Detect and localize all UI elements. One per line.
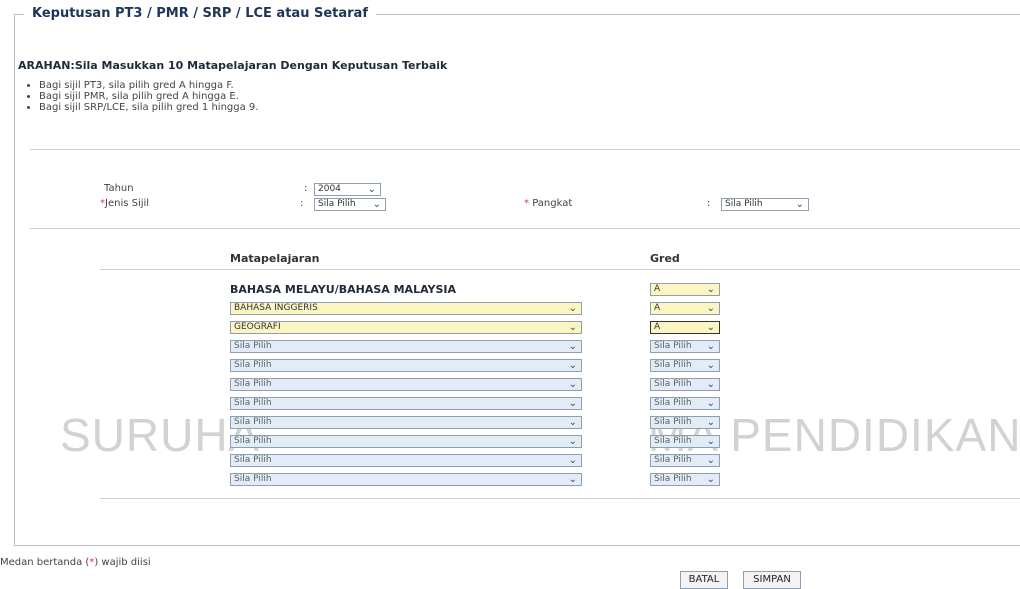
tahun-label: Tahun	[104, 183, 134, 194]
chevron-down-icon: ⌄	[568, 417, 577, 428]
colon: :	[300, 198, 304, 209]
jenis-sijil-select[interactable]: Sila Pilih ⌄	[314, 198, 386, 211]
chevron-down-icon: ⌄	[706, 360, 715, 371]
grade-select[interactable]: A ⌄	[650, 321, 720, 334]
chevron-down-icon: ⌄	[372, 199, 381, 210]
grade-select[interactable]: A ⌄	[650, 283, 720, 296]
subject-select[interactable]: BAHASA INGGERIS ⌄	[230, 302, 582, 315]
subject-select[interactable]: Sila Pilih ⌄	[230, 435, 582, 448]
instruction-item: Bagi sijil PMR, sila pilih gred A hingga…	[39, 91, 447, 102]
chevron-down-icon: ⌄	[706, 341, 715, 352]
subject-select[interactable]: Sila Pilih ⌄	[230, 378, 582, 391]
instructions: ARAHAN:Sila Masukkan 10 Matapelajaran De…	[18, 59, 447, 113]
chevron-down-icon: ⌄	[568, 474, 577, 485]
grade-select[interactable]: Sila Pilih ⌄	[650, 435, 720, 448]
chevron-down-icon: ⌄	[706, 474, 715, 485]
chevron-down-icon: ⌄	[568, 436, 577, 447]
instructions-title: ARAHAN:Sila Masukkan 10 Matapelajaran De…	[18, 59, 448, 72]
subject-column-header: Matapelajaran	[230, 252, 320, 265]
pangkat-select[interactable]: Sila Pilih ⌄	[721, 198, 809, 211]
chevron-down-icon: ⌄	[706, 398, 715, 409]
grade-select[interactable]: Sila Pilih ⌄	[650, 473, 720, 486]
subject-select[interactable]: GEOGRAFI ⌄	[230, 321, 582, 334]
jenis-sijil-label: *Jenis Sijil	[100, 198, 150, 209]
subject-select[interactable]: Sila Pilih ⌄	[230, 359, 582, 372]
colon: :	[707, 198, 711, 209]
tahun-select-value: 2004	[318, 184, 341, 194]
instruction-item: Bagi sijil SRP/LCE, sila pilih gred 1 hi…	[39, 102, 447, 113]
cancel-button[interactable]: BATAL	[680, 571, 728, 589]
chevron-down-icon: ⌄	[367, 184, 376, 195]
tahun-select[interactable]: 2004 ⌄	[314, 183, 381, 196]
grade-select[interactable]: A ⌄	[650, 302, 720, 315]
chevron-down-icon: ⌄	[706, 417, 715, 428]
table-footer-divider	[100, 498, 1020, 499]
chevron-down-icon: ⌄	[568, 398, 577, 409]
chevron-down-icon: ⌄	[795, 199, 804, 210]
chevron-down-icon: ⌄	[706, 379, 715, 390]
grade-select[interactable]: Sila Pilih ⌄	[650, 340, 720, 353]
grade-select[interactable]: Sila Pilih ⌄	[650, 359, 720, 372]
chevron-down-icon: ⌄	[706, 455, 715, 466]
required-fields-note: Medan bertanda (*) wajib diisi	[0, 557, 151, 568]
grade-select[interactable]: Sila Pilih ⌄	[650, 397, 720, 410]
subject-select[interactable]: Sila Pilih ⌄	[230, 340, 582, 353]
grade-select[interactable]: Sila Pilih ⌄	[650, 416, 720, 429]
grade-select[interactable]: Sila Pilih ⌄	[650, 454, 720, 467]
chevron-down-icon: ⌄	[706, 436, 715, 447]
jenis-sijil-select-value: Sila Pilih	[318, 199, 356, 209]
chevron-down-icon: ⌄	[568, 455, 577, 466]
divider	[30, 228, 1020, 229]
chevron-down-icon: ⌄	[568, 303, 577, 314]
fixed-subject-label: BAHASA MELAYU/BAHASA MALAYSIA	[230, 283, 457, 296]
required-asterisk: *	[524, 198, 529, 209]
chevron-down-icon: ⌄	[706, 284, 715, 295]
colon: :	[304, 183, 308, 194]
chevron-down-icon: ⌄	[568, 360, 577, 371]
fieldset-legend: Keputusan PT3 / PMR / SRP / LCE atau Set…	[24, 6, 376, 21]
instruction-item: Bagi sijil PT3, sila pilih gred A hingga…	[39, 80, 447, 91]
chevron-down-icon: ⌄	[568, 341, 577, 352]
pangkat-label: * Pangkat	[524, 198, 573, 209]
subject-select[interactable]: Sila Pilih ⌄	[230, 473, 582, 486]
chevron-down-icon: ⌄	[706, 322, 715, 333]
divider	[30, 149, 1020, 150]
chevron-down-icon: ⌄	[706, 303, 715, 314]
instructions-list: Bagi sijil PT3, sila pilih gred A hingga…	[18, 80, 447, 113]
chevron-down-icon: ⌄	[568, 322, 577, 333]
grade-select[interactable]: Sila Pilih ⌄	[650, 378, 720, 391]
subject-select[interactable]: Sila Pilih ⌄	[230, 416, 582, 429]
save-button[interactable]: SIMPAN	[743, 571, 801, 589]
table-header-divider	[100, 269, 1020, 270]
grade-column-header: Gred	[650, 252, 680, 265]
subject-select[interactable]: Sila Pilih ⌄	[230, 397, 582, 410]
pangkat-select-value: Sila Pilih	[725, 199, 763, 209]
subject-select[interactable]: Sila Pilih ⌄	[230, 454, 582, 467]
chevron-down-icon: ⌄	[568, 379, 577, 390]
